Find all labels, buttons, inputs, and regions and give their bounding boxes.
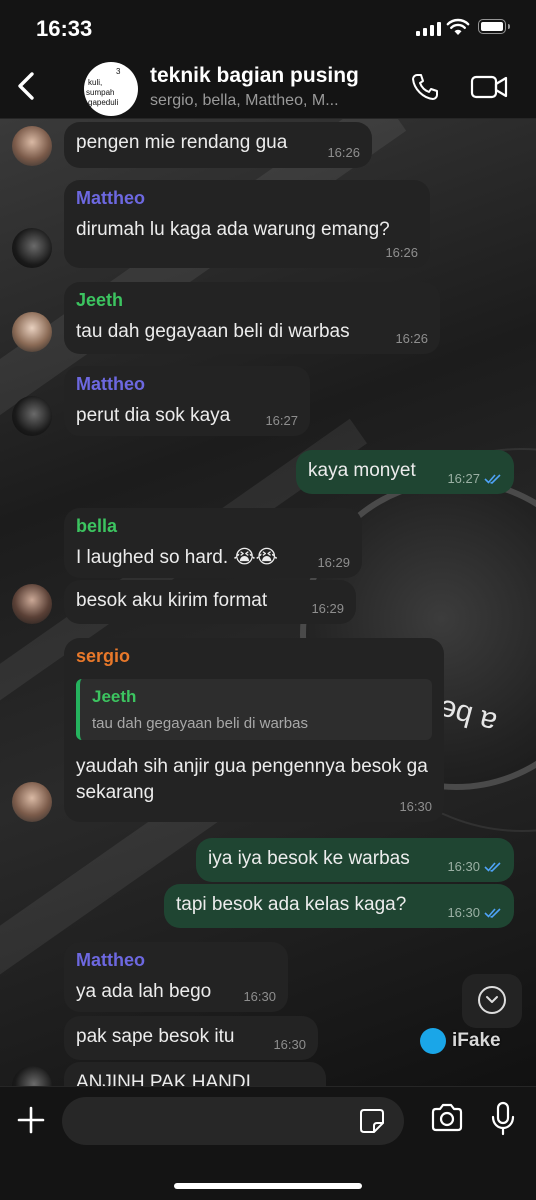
- read-receipt-icon: [484, 473, 501, 484]
- message-time: 16:29: [311, 601, 344, 616]
- chevron-left-icon[interactable]: [12, 68, 42, 104]
- sender-avatar[interactable]: [12, 782, 52, 822]
- read-receipt-icon: [484, 861, 501, 872]
- app-watermark: iFake: [420, 1028, 501, 1054]
- sender-avatar[interactable]: [12, 584, 52, 624]
- sender-name: Mattheo: [76, 188, 145, 208]
- message-text: dirumah lu kaga ada warung emang?: [76, 219, 390, 240]
- message-time: 16:26: [385, 245, 418, 260]
- message-bubble[interactable]: Mattheo ya ada lah bego 16:30: [64, 942, 288, 1012]
- sender-avatar[interactable]: [12, 396, 52, 436]
- video-camera-icon[interactable]: [470, 74, 510, 100]
- message-text: pengen mie rendang gua: [76, 132, 288, 153]
- message-time: 16:30: [273, 1037, 306, 1052]
- sender-avatar[interactable]: [12, 228, 52, 268]
- home-indicator: [174, 1183, 362, 1189]
- microphone-icon[interactable]: [490, 1101, 516, 1137]
- chat-header: 3 kuli, sumpah gapeduli teknik bagian pu…: [0, 56, 536, 119]
- message-bubble[interactable]: Mattheo perut dia sok kaya 16:27: [64, 366, 310, 436]
- group-avatar-text: kuli,: [88, 78, 103, 87]
- message-input[interactable]: [62, 1097, 404, 1145]
- group-title[interactable]: teknik bagian pusing: [150, 64, 359, 88]
- message-text: besok aku kirim format: [76, 590, 268, 611]
- message-time: 16:30: [447, 859, 480, 874]
- plus-icon[interactable]: [16, 1105, 46, 1135]
- sender-avatar[interactable]: [12, 1066, 52, 1086]
- sender-name: Mattheo: [76, 374, 145, 394]
- message-bubble-outgoing[interactable]: kaya monyet 16:27: [296, 450, 514, 494]
- sender-name: bella: [76, 516, 118, 536]
- status-bar: 16:33: [0, 0, 536, 56]
- quoted-sender: Jeeth: [92, 687, 137, 706]
- group-members[interactable]: sergio, bella, Mattheo, M...: [150, 92, 339, 110]
- group-avatar-text: sumpah: [86, 88, 115, 97]
- message-time: 16:30: [243, 989, 276, 1004]
- quoted-text: tau dah gegayaan beli di warbas: [92, 715, 308, 732]
- message-bubble[interactable]: ANJINH PAK HANDI: [64, 1062, 326, 1086]
- message-text: I laughed so hard. 😭😭: [76, 547, 278, 568]
- sender-avatar[interactable]: [12, 312, 52, 352]
- message-bubble[interactable]: Jeeth tau dah gegayaan beli di warbas 16…: [64, 282, 440, 354]
- sender-name: sergio: [76, 646, 131, 666]
- cellular-signal-icon: [416, 20, 441, 36]
- wifi-icon: [446, 18, 470, 35]
- message-time: 16:30: [399, 799, 432, 814]
- message-bubble[interactable]: pak sape besok itu 16:30: [64, 1016, 318, 1060]
- message-bubble[interactable]: bella I laughed so hard. 😭😭 16:29: [64, 508, 362, 578]
- quoted-message[interactable]: Jeeth tau dah gegayaan beli di warbas: [76, 679, 432, 740]
- group-avatar-text: 3: [116, 67, 121, 76]
- message-text: tau dah gegayaan beli di warbas: [76, 321, 350, 342]
- chevron-down-icon: [486, 996, 498, 1003]
- message-time: 16:27: [265, 413, 298, 428]
- message-bubble[interactable]: Mattheo dirumah lu kaga ada warung emang…: [64, 180, 430, 268]
- read-receipt-icon: [484, 907, 501, 918]
- message-list[interactable]: pengen mie rendang gua 16:26 Mattheo dir…: [0, 118, 536, 1086]
- message-bubble-outgoing[interactable]: iya iya besok ke warbas 16:30: [196, 838, 514, 882]
- message-text: yaudah sih anjir gua pengennya besok ga …: [76, 756, 428, 803]
- phone-icon[interactable]: [410, 72, 440, 102]
- group-avatar-text: gapeduli: [88, 98, 119, 107]
- sender-name: Mattheo: [76, 950, 145, 970]
- message-bubble[interactable]: pengen mie rendang gua 16:26: [64, 122, 372, 168]
- scroll-to-bottom-button[interactable]: [462, 974, 522, 1028]
- group-avatar[interactable]: 3 kuli, sumpah gapeduli: [84, 62, 138, 116]
- message-bubble[interactable]: besok aku kirim format 16:29: [64, 580, 356, 624]
- sticker-icon[interactable]: [358, 1107, 386, 1135]
- status-time: 16:33: [36, 16, 93, 41]
- chat-screen: a beautiful 16:33 3 kuli, sumpah gapedul…: [0, 0, 536, 1200]
- message-text: pak sape besok itu: [76, 1026, 235, 1047]
- battery-icon: [478, 19, 510, 34]
- ifake-logo-icon: [420, 1028, 446, 1054]
- message-bubble[interactable]: sergio Jeeth tau dah gegayaan beli di wa…: [64, 638, 444, 822]
- sender-name: Jeeth: [76, 290, 124, 310]
- sender-avatar[interactable]: [12, 126, 52, 166]
- message-bubble-outgoing[interactable]: tapi besok ada kelas kaga? 16:30: [164, 884, 514, 928]
- message-time: 16:26: [327, 145, 360, 160]
- message-time: 16:26: [395, 331, 428, 346]
- camera-icon[interactable]: [430, 1103, 464, 1133]
- message-text: ANJINH PAK HANDI: [76, 1072, 251, 1086]
- message-time: 16:29: [317, 555, 350, 570]
- watermark-text: iFake: [452, 1030, 501, 1051]
- message-time: 16:27: [447, 471, 480, 486]
- message-time: 16:30: [447, 905, 480, 920]
